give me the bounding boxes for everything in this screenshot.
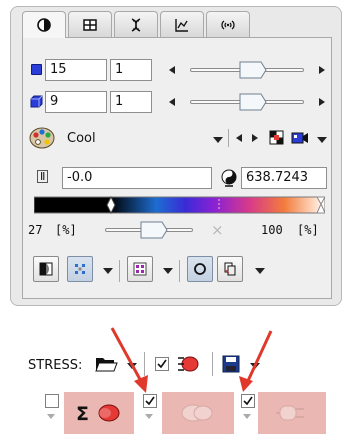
stress-checkbox[interactable] bbox=[155, 357, 169, 371]
rest-icon bbox=[181, 404, 213, 422]
rest-checkbox[interactable] bbox=[143, 394, 157, 408]
slider-thumb[interactable] bbox=[239, 61, 267, 79]
copy-dropdown-icon[interactable] bbox=[255, 268, 265, 274]
next-arrow-icon[interactable] bbox=[319, 98, 325, 106]
signal-icon bbox=[221, 19, 235, 30]
yinyang-icon[interactable] bbox=[221, 168, 237, 188]
rest-button[interactable] bbox=[162, 392, 234, 434]
tab-chart[interactable] bbox=[160, 11, 204, 37]
colorbar[interactable] bbox=[34, 196, 325, 214]
separator bbox=[179, 260, 180, 282]
circle-button[interactable] bbox=[187, 256, 213, 282]
sum-button[interactable]: Σ bbox=[64, 392, 134, 434]
overlay-mode-button[interactable] bbox=[33, 256, 59, 282]
tab-bar bbox=[22, 11, 252, 38]
range-icon[interactable]: Ⅱ bbox=[37, 170, 49, 183]
overlay-button[interactable] bbox=[258, 392, 326, 434]
checker-button[interactable] bbox=[127, 256, 153, 282]
overlay-dropdown-icon[interactable] bbox=[243, 414, 251, 419]
stress-label: STRESS: bbox=[28, 358, 83, 373]
palette-icon[interactable] bbox=[29, 127, 55, 149]
colormap-row: Cool bbox=[23, 125, 331, 155]
checkmark-icon bbox=[145, 396, 155, 406]
close-icon[interactable]: × bbox=[211, 221, 224, 239]
camera-dropdown-icon[interactable] bbox=[317, 137, 327, 143]
checkmark-icon bbox=[243, 396, 253, 406]
slice-step-field[interactable]: 1 bbox=[110, 59, 152, 81]
checker-dropdown-icon[interactable] bbox=[163, 268, 173, 274]
slider-thumb[interactable] bbox=[239, 93, 267, 111]
threshold-high-unit: [%] bbox=[297, 223, 319, 237]
display-toolbar bbox=[23, 256, 331, 286]
slice-step-field[interactable]: 1 bbox=[110, 91, 152, 113]
contrast-icon bbox=[37, 18, 51, 32]
sum-checkbox[interactable] bbox=[45, 394, 59, 408]
threshold-low-value: 27 bbox=[28, 223, 43, 237]
checkmark-icon bbox=[157, 359, 167, 369]
rest-dropdown-icon[interactable] bbox=[145, 414, 153, 419]
checker-icon bbox=[133, 262, 147, 276]
red-arrow-icon bbox=[239, 330, 273, 392]
colormap-prev-icon[interactable] bbox=[236, 134, 242, 142]
overlay-checkbox[interactable] bbox=[241, 394, 255, 408]
colormap-dropdown-icon[interactable] bbox=[213, 137, 223, 143]
slice-row-2: 9 1 bbox=[23, 90, 331, 114]
half-square-icon bbox=[39, 262, 53, 276]
sum-icon: Σ bbox=[76, 403, 120, 425]
grid-dropdown-icon[interactable] bbox=[103, 268, 113, 274]
copy-button[interactable] bbox=[217, 256, 243, 282]
min-value-field[interactable]: -0.0 bbox=[62, 167, 212, 189]
slice-number-field[interactable]: 9 bbox=[45, 91, 107, 113]
threshold-low-unit: [%] bbox=[55, 223, 77, 237]
max-value-field[interactable]: 638.7243 bbox=[241, 167, 327, 189]
dots-grid-icon bbox=[75, 264, 85, 274]
plane-square-icon bbox=[31, 64, 42, 75]
camera-icon[interactable] bbox=[291, 130, 309, 145]
grid-icon bbox=[83, 18, 97, 31]
colormap-next-icon[interactable] bbox=[252, 134, 258, 142]
cube-icon bbox=[30, 95, 43, 108]
tab-signal[interactable] bbox=[206, 11, 250, 37]
overlay-plug-icon bbox=[276, 405, 304, 421]
slice-row-1: 15 1 bbox=[23, 58, 331, 82]
circle-icon bbox=[194, 263, 206, 275]
dna-icon bbox=[131, 17, 141, 32]
contrast-panel: 15 1 9 1 Cool Ⅱ -0.0 638.7243 27 [%] × 1… bbox=[22, 37, 332, 299]
svg-text:Σ: Σ bbox=[76, 403, 89, 425]
tab-grid[interactable] bbox=[68, 11, 112, 37]
slice-number-field[interactable]: 15 bbox=[45, 59, 107, 81]
prev-arrow-icon[interactable] bbox=[169, 66, 175, 74]
separator bbox=[119, 260, 120, 282]
copy-icon bbox=[224, 262, 236, 276]
stress-overlay-icon[interactable] bbox=[176, 354, 202, 374]
tab-dna[interactable] bbox=[114, 11, 158, 37]
range-row: Ⅱ -0.0 638.7243 bbox=[23, 165, 331, 191]
separator bbox=[228, 129, 229, 147]
sum-dropdown-icon[interactable] bbox=[47, 414, 55, 419]
next-arrow-icon[interactable] bbox=[319, 66, 325, 74]
colormap-name[interactable]: Cool bbox=[67, 131, 96, 146]
prev-arrow-icon[interactable] bbox=[169, 98, 175, 106]
threshold-high-value: 100 bbox=[261, 223, 283, 237]
threshold-thumb[interactable] bbox=[140, 221, 168, 239]
chart-icon bbox=[175, 18, 188, 32]
threshold-row: 27 [%] × 100 [%] bbox=[23, 220, 331, 242]
separator bbox=[212, 352, 213, 376]
tab-contrast[interactable] bbox=[22, 11, 66, 38]
invert-colormap-icon[interactable] bbox=[269, 130, 284, 145]
red-arrow-icon bbox=[110, 327, 148, 393]
grid-dots-button[interactable] bbox=[67, 256, 93, 282]
